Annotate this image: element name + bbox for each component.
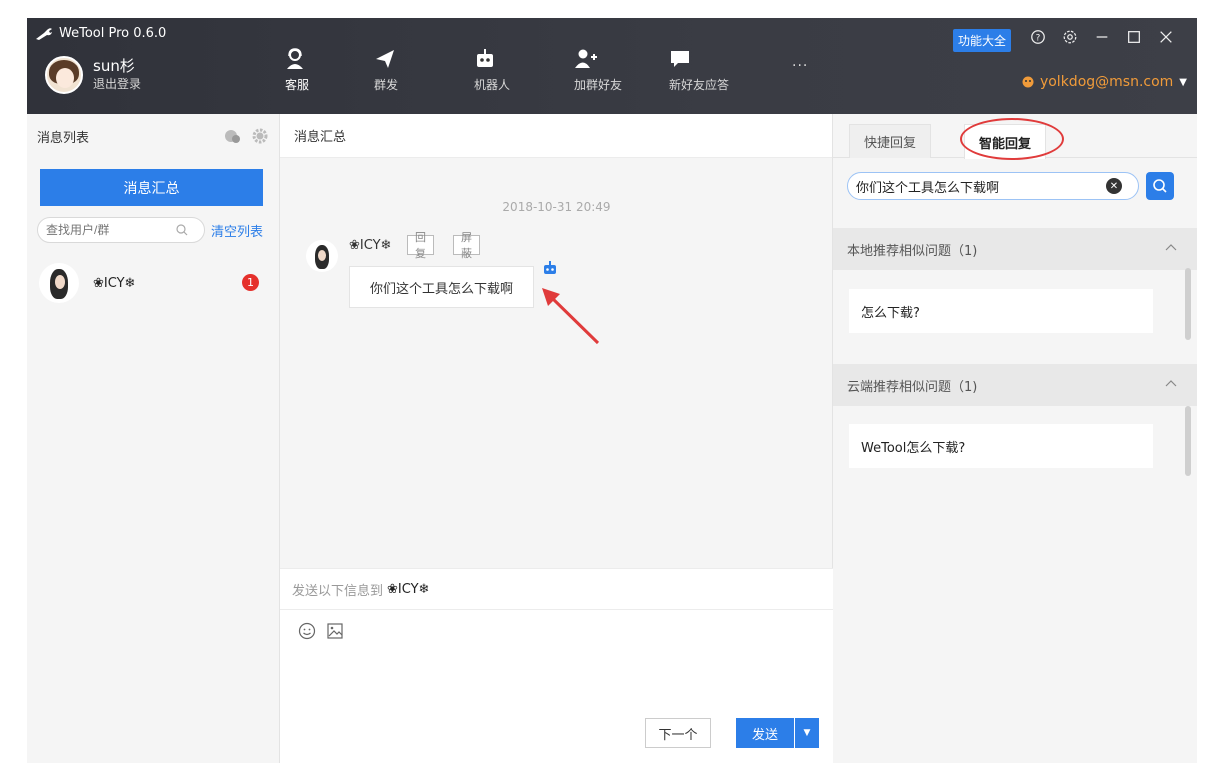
chat-settings-icon[interactable] — [223, 127, 241, 145]
account-email: yolkdog@msn.com — [1039, 74, 1174, 90]
cloud-similar-section-title: 云端推荐相似问题（1) — [847, 379, 978, 395]
chevron-up-icon[interactable] — [1165, 242, 1177, 254]
message-summary-panel: 消息汇总 2018-10-31 20:49 ❀ICY❄ 回复 屏蔽 你们这个工具… — [280, 114, 833, 763]
block-tag-button[interactable]: 屏蔽 — [453, 231, 480, 260]
send-button[interactable]: 发送 — [736, 718, 794, 748]
annotation-arrow-icon — [542, 288, 600, 345]
emoji-icon[interactable] — [298, 622, 316, 640]
panel-title: 消息汇总 — [280, 114, 832, 158]
svg-text:?: ? — [1036, 34, 1041, 44]
caret-down-icon: ▼ — [1179, 76, 1187, 88]
search-icon[interactable] — [176, 224, 188, 236]
nav-label: 机器人 — [474, 78, 511, 92]
message-summary-button[interactable]: 消息汇总 — [40, 169, 263, 206]
message-bubble: 你们这个工具怎么下载啊 — [349, 266, 534, 308]
customer-service-icon — [287, 48, 303, 69]
smart-reply-search-field[interactable]: ✕ — [847, 172, 1139, 200]
nav-mass-send[interactable]: 群发 — [374, 48, 434, 93]
chevron-up-icon[interactable] — [1165, 378, 1177, 390]
local-similar-section-header[interactable]: 本地推荐相似问题（1) — [833, 228, 1197, 270]
avatar[interactable] — [45, 56, 83, 94]
contact-avatar — [39, 263, 79, 303]
maximize-icon[interactable] — [1125, 28, 1143, 46]
reply-tag-button[interactable]: 回复 — [407, 231, 434, 260]
unread-badge: 1 — [242, 274, 259, 291]
local-scrollbar[interactable] — [1185, 268, 1191, 340]
app-title: WeTool Pro 0.6.0 — [35, 26, 166, 41]
more-icon[interactable]: ... — [792, 54, 808, 70]
clear-input-icon[interactable]: ✕ — [1106, 178, 1122, 194]
compose-area[interactable]: 下一个 发送 ▼ — [280, 610, 833, 763]
compose-recipient: ❀ICY❄ — [387, 581, 430, 597]
nav-robot[interactable]: 机器人 — [474, 48, 534, 93]
add-friend-icon — [575, 49, 597, 68]
nav-add-group-friends[interactable]: 加群好友 — [574, 48, 634, 93]
smart-reply-search-input[interactable] — [856, 178, 1106, 194]
help-icon[interactable]: ? — [1029, 28, 1047, 46]
nav-label: 新好友应答 — [669, 78, 730, 92]
title-bar: WeTool Pro 0.6.0 sun杉 退出登录 客服 群发 机器人 加群好… — [27, 18, 1197, 114]
image-icon[interactable] — [326, 622, 344, 640]
message-list-title: 消息列表 — [37, 130, 90, 146]
wrench-icon — [36, 27, 52, 40]
message-list-panel: 消息列表 消息汇总 清空列表 ❀ICY❄ 1 — [27, 114, 280, 763]
app-title-text: WeTool Pro 0.6.0 — [59, 26, 167, 41]
sender-name: ❀ICY❄ — [349, 238, 392, 253]
wetool-window: WeTool Pro 0.6.0 sun杉 退出登录 客服 群发 机器人 加群好… — [27, 18, 1197, 763]
nav-new-friend-reply[interactable]: 新好友应答 — [669, 48, 729, 93]
settings-icon[interactable] — [1061, 28, 1079, 46]
cloud-scrollbar[interactable] — [1185, 406, 1191, 476]
message-timestamp: 2018-10-31 20:49 — [502, 200, 611, 214]
nav-label: 加群好友 — [574, 78, 623, 92]
send-plane-icon — [376, 50, 394, 68]
cloud-similar-section-header[interactable]: 云端推荐相似问题（1) — [833, 364, 1197, 406]
clear-list-link[interactable]: 清空列表 — [211, 221, 263, 240]
minimize-icon[interactable] — [1093, 28, 1111, 46]
compose-prefix: 发送以下信息到 — [292, 583, 384, 599]
robot-icon[interactable] — [542, 260, 558, 276]
contact-item[interactable]: ❀ICY❄ 1 — [27, 257, 279, 309]
search-icon — [1153, 179, 1167, 193]
local-similar-section-title: 本地推荐相似问题（1) — [847, 243, 978, 259]
tab-smart-reply[interactable]: 智能回复 — [964, 124, 1047, 159]
send-options-chevron-down-icon[interactable]: ▼ — [795, 718, 819, 748]
compose-header: 发送以下信息到 ❀ICY❄ — [280, 568, 833, 610]
contact-search-field[interactable] — [37, 217, 205, 243]
sender-avatar — [306, 240, 338, 272]
account-avatar-icon — [1022, 76, 1034, 88]
nav-customer-service[interactable]: 客服 — [285, 48, 345, 93]
gear-icon[interactable] — [251, 127, 269, 145]
reply-panel: 快捷回复 智能回复 ✕ 本地推荐相似问题（1) 怎么下载? 云端推荐相似问题（1… — [833, 114, 1197, 763]
account-selector[interactable]: yolkdog@msn.com ▼ — [1022, 74, 1187, 90]
close-icon[interactable] — [1157, 28, 1175, 46]
contact-search-input[interactable] — [46, 223, 176, 237]
contact-name: ❀ICY❄ — [93, 275, 136, 291]
logout-link[interactable]: 退出登录 — [93, 75, 141, 93]
local-suggestion-item[interactable]: 怎么下载? — [849, 289, 1153, 333]
function-list-button[interactable]: 功能大全 — [953, 29, 1011, 52]
next-button[interactable]: 下一个 — [645, 718, 711, 748]
user-profile[interactable]: sun杉 退出登录 — [45, 56, 141, 94]
cloud-suggestion-item[interactable]: WeTool怎么下载? — [849, 424, 1153, 468]
tab-quick-reply[interactable]: 快捷回复 — [849, 124, 932, 158]
search-button[interactable] — [1146, 172, 1174, 200]
user-name: sun杉 — [93, 57, 135, 75]
nav-label: 客服 — [285, 78, 310, 92]
chat-bubble-icon — [671, 51, 689, 67]
nav-label: 群发 — [374, 78, 399, 92]
robot-icon — [477, 49, 493, 67]
